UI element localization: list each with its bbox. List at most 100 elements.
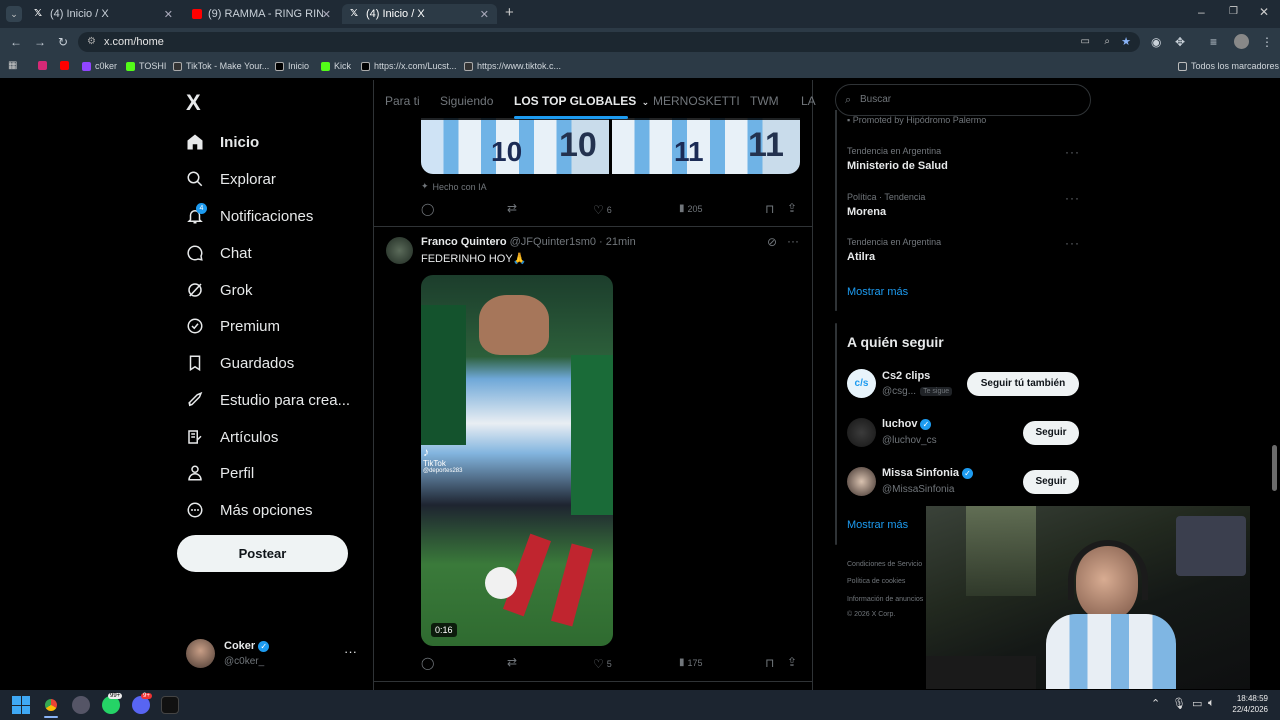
user-name[interactable]: Missa Sinfonia ✓	[882, 467, 974, 479]
tab-twm[interactable]: TWM	[750, 94, 779, 108]
chevron-up-icon[interactable]: ⌃	[1151, 697, 1160, 710]
close-icon[interactable]: ✕	[480, 8, 489, 21]
close-icon[interactable]: ✕	[322, 8, 331, 21]
bookmark-x-lucst[interactable]: https://x.com/Lucst...	[361, 61, 457, 71]
grok-icon[interactable]: ⊘	[767, 235, 777, 249]
page-scrollbar[interactable]	[1272, 445, 1277, 491]
views-button[interactable]: ▮ 175	[679, 657, 703, 668]
extensions-puzzle-icon[interactable]: ✥	[1175, 35, 1185, 49]
bookmark-tiktok[interactable]: TikTok - Make Your...	[173, 61, 269, 71]
post-handle-time[interactable]: @JFQuinter1sm0 · 21min	[510, 236, 636, 248]
clock[interactable]: 18:48:59 22/4/2026	[1228, 693, 1268, 715]
reading-list-icon[interactable]: ≡	[1210, 35, 1217, 49]
trend-more-icon[interactable]: ···	[1065, 145, 1080, 159]
bookmark-tiktok-url[interactable]: https://www.tiktok.c...	[464, 61, 561, 71]
avatar[interactable]	[386, 237, 413, 264]
new-tab-button[interactable]: +	[505, 4, 514, 21]
share-icon[interactable]: ⇪	[787, 201, 797, 215]
search-input[interactable]: ⌕ Buscar	[835, 84, 1091, 116]
window-close-button[interactable]: ✕	[1259, 5, 1269, 19]
network-icon[interactable]: ▭	[1192, 697, 1202, 710]
tab-la[interactable]: LA	[801, 94, 816, 108]
post-more-icon[interactable]: ···	[787, 234, 799, 248]
bookmark-icon[interactable]: ⊓	[765, 656, 774, 670]
account-switcher[interactable]: Coker ✓ @c0ker_ ···	[186, 638, 358, 670]
app-icon[interactable]	[161, 696, 179, 714]
tab-los-top-globales[interactable]: LOS TOP GLOBALES ⌄	[514, 94, 649, 108]
account-more-icon[interactable]: ···	[344, 644, 357, 659]
sidebar-item-chat[interactable]: Chat	[186, 241, 252, 265]
reply-icon[interactable]: ◯	[421, 656, 434, 670]
sidebar-item-guardados[interactable]: Guardados	[186, 351, 294, 375]
reload-icon[interactable]: ↻	[58, 35, 68, 49]
sidebar-item-mas-opciones[interactable]: Más opciones	[186, 498, 313, 522]
video-player[interactable]: ♪ TikTok @deportes283 0:16	[421, 275, 613, 646]
reply-icon[interactable]: ◯	[421, 202, 434, 216]
trend-more-icon[interactable]: ···	[1065, 236, 1080, 250]
cast-icon[interactable]: ▭	[1081, 32, 1090, 52]
bookmark-inicio[interactable]: Inicio	[275, 61, 309, 71]
extension-icon[interactable]: ◉	[1151, 35, 1161, 49]
footer-ads-info-link[interactable]: Información de anuncios	[847, 596, 923, 603]
browser-menu-icon[interactable]: ⋮	[1261, 35, 1273, 49]
volume-icon[interactable]: 🔈︎	[1208, 697, 1215, 710]
sidebar-item-estudio[interactable]: Estudio para crea...	[186, 388, 350, 412]
profile-avatar[interactable]	[1234, 34, 1249, 49]
microphone-icon[interactable]: 🎙︎	[1172, 697, 1186, 710]
trend-more-icon[interactable]: ···	[1065, 191, 1080, 205]
post-button[interactable]: Postear	[177, 535, 348, 572]
zoom-icon[interactable]: ⌕	[1104, 32, 1110, 52]
browser-tab-1[interactable]: 𝕏 (4) Inicio / X ✕	[26, 4, 181, 24]
share-icon[interactable]: ⇪	[787, 655, 797, 669]
like-button[interactable]: ♡ 5	[593, 657, 612, 671]
back-icon[interactable]: ←	[10, 35, 22, 49]
like-button[interactable]: ♡ 6	[593, 203, 612, 217]
sidebar-item-inicio[interactable]: Inicio	[186, 130, 259, 154]
views-button[interactable]: ▮ 205	[679, 203, 703, 214]
who-to-follow-show-more-link[interactable]: Mostrar más	[847, 519, 908, 531]
bookmark-kick[interactable]: Kick	[321, 61, 351, 71]
bookmark-icon[interactable]: ⊓	[765, 202, 774, 216]
tab-para-ti[interactable]: Para ti	[385, 94, 420, 108]
tab-siguiendo[interactable]: Siguiendo	[440, 94, 493, 108]
maximize-button[interactable]: ❐	[1229, 6, 1238, 17]
bookmark-toshi[interactable]: TOSHI	[126, 61, 166, 71]
avatar[interactable]	[847, 467, 876, 496]
instagram-icon[interactable]	[38, 61, 51, 70]
trends-show-more-link[interactable]: Mostrar más	[847, 286, 908, 298]
sidebar-item-premium[interactable]: Premium	[186, 314, 280, 338]
x-logo[interactable]: X	[186, 90, 201, 116]
bookmark-c0ker[interactable]: c0ker	[82, 61, 117, 71]
tab-mernosketti[interactable]: MERNOSKETTI	[653, 94, 740, 108]
sidebar-item-explorar[interactable]: Explorar	[186, 167, 276, 191]
user-name[interactable]: Cs2 clips	[882, 370, 930, 382]
avatar[interactable]: c/s	[847, 369, 876, 398]
post-author[interactable]: Franco Quintero	[421, 236, 507, 248]
follow-back-button[interactable]: Seguir tú también	[967, 372, 1079, 396]
apps-icon[interactable]: ▦	[8, 60, 17, 71]
bookmark-star-icon[interactable]: ★	[1121, 32, 1131, 52]
sidebar-item-perfil[interactable]: Perfil	[186, 461, 254, 485]
tab-search-button[interactable]: ⌄	[6, 6, 22, 22]
address-bar[interactable]: ⚙ x.com/home ▭ ⌕ ★	[78, 32, 1140, 52]
sidebar-item-grok[interactable]: Grok	[186, 278, 253, 302]
footer-cookies-link[interactable]: Política de cookies	[847, 578, 905, 585]
user-name[interactable]: luchov ✓	[882, 418, 932, 430]
youtube-bookmark-icon[interactable]	[60, 61, 73, 70]
repost-icon[interactable]: ⇄	[507, 655, 517, 669]
chrome-icon[interactable]	[42, 696, 60, 714]
close-icon[interactable]: ✕	[164, 8, 173, 21]
follow-button[interactable]: Seguir	[1023, 421, 1079, 445]
all-bookmarks-folder[interactable]: Todos los marcadores	[1178, 61, 1279, 71]
browser-tab-2[interactable]: (9) RAMMA - RING RING (prod ✕	[184, 4, 339, 24]
site-info-icon[interactable]: ⚙	[87, 32, 96, 52]
forward-icon[interactable]: →	[34, 35, 46, 49]
minimize-button[interactable]: –	[1198, 5, 1205, 19]
app-icon[interactable]	[72, 696, 90, 714]
previous-post-media[interactable]: 10 10 11 11	[421, 118, 800, 174]
windows-start-icon[interactable]	[12, 696, 30, 714]
sidebar-item-articulos[interactable]: Artículos	[186, 425, 278, 449]
sidebar-item-notificaciones[interactable]: 4 Notificaciones	[186, 203, 313, 228]
avatar[interactable]	[847, 418, 876, 447]
follow-button[interactable]: Seguir	[1023, 470, 1079, 494]
